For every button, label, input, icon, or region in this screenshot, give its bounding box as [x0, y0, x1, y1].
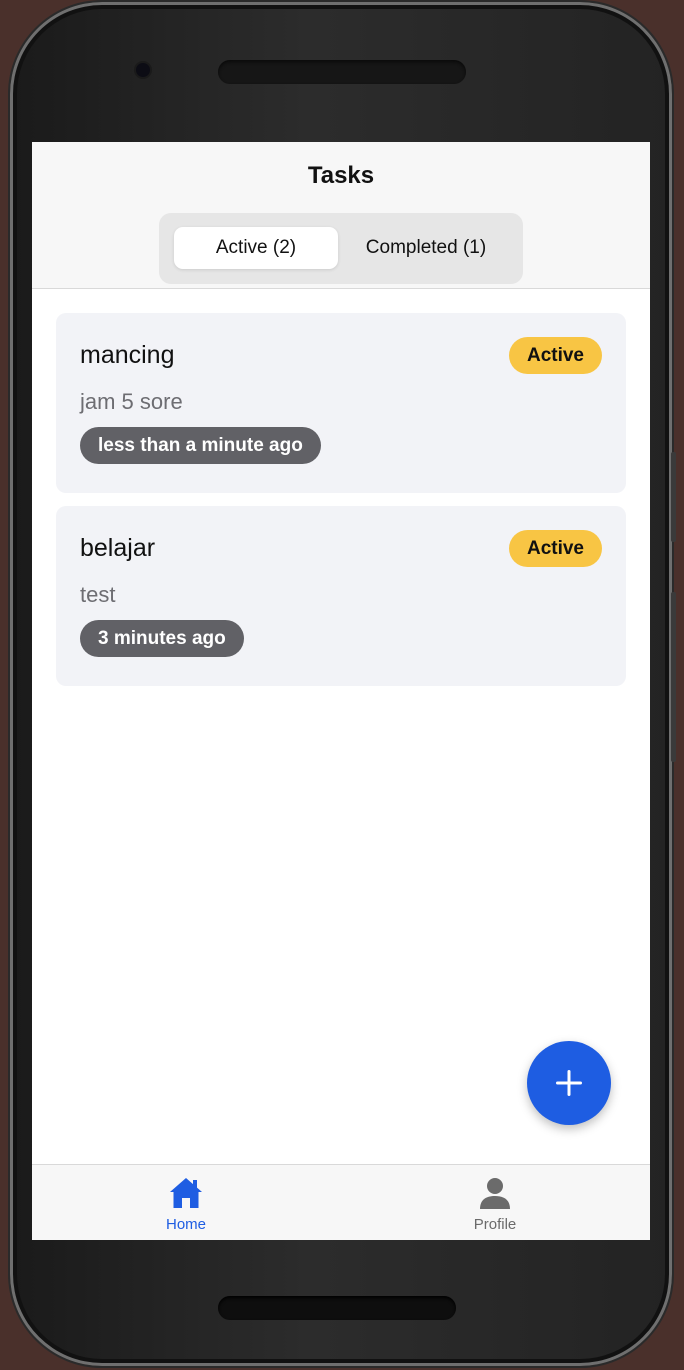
- bottom-speaker: [218, 1296, 456, 1320]
- page-title: Tasks: [307, 162, 375, 189]
- task-title: belajar: [80, 534, 156, 562]
- status-badge: Active: [508, 337, 602, 374]
- task-card[interactable]: belajar Active test 3 minutes ago: [56, 506, 626, 686]
- plus-icon: [556, 1070, 582, 1096]
- volume-button: [671, 452, 676, 542]
- tab-home[interactable]: Home: [106, 1165, 266, 1240]
- power-button: [671, 592, 676, 762]
- task-description: test: [80, 582, 116, 607]
- tab-completed[interactable]: Completed (1): [344, 227, 508, 269]
- home-icon: [170, 1178, 202, 1208]
- task-title: mancing: [80, 341, 175, 369]
- header: Tasks Active (2) Completed (1): [32, 142, 650, 289]
- tab-active[interactable]: Active (2): [174, 227, 338, 269]
- status-badge: Active: [508, 530, 602, 567]
- task-time-badge: 3 minutes ago: [80, 620, 244, 657]
- front-camera: [136, 63, 150, 77]
- person-icon: [480, 1178, 510, 1209]
- filter-segmented-control: Active (2) Completed (1): [159, 213, 523, 284]
- task-card[interactable]: mancing Active jam 5 sore less than a mi…: [56, 313, 626, 493]
- task-description: jam 5 sore: [80, 389, 183, 414]
- add-task-button[interactable]: [527, 1041, 611, 1125]
- app-screen: Tasks Active (2) Completed (1) mancing A…: [32, 142, 650, 1240]
- tab-profile[interactable]: Profile: [415, 1165, 575, 1240]
- earpiece-speaker: [218, 60, 466, 84]
- task-time-badge: less than a minute ago: [80, 427, 321, 464]
- tab-home-label: Home: [165, 1216, 206, 1233]
- bottom-tab-bar: Home Profile: [32, 1164, 650, 1240]
- tab-profile-label: Profile: [473, 1216, 517, 1233]
